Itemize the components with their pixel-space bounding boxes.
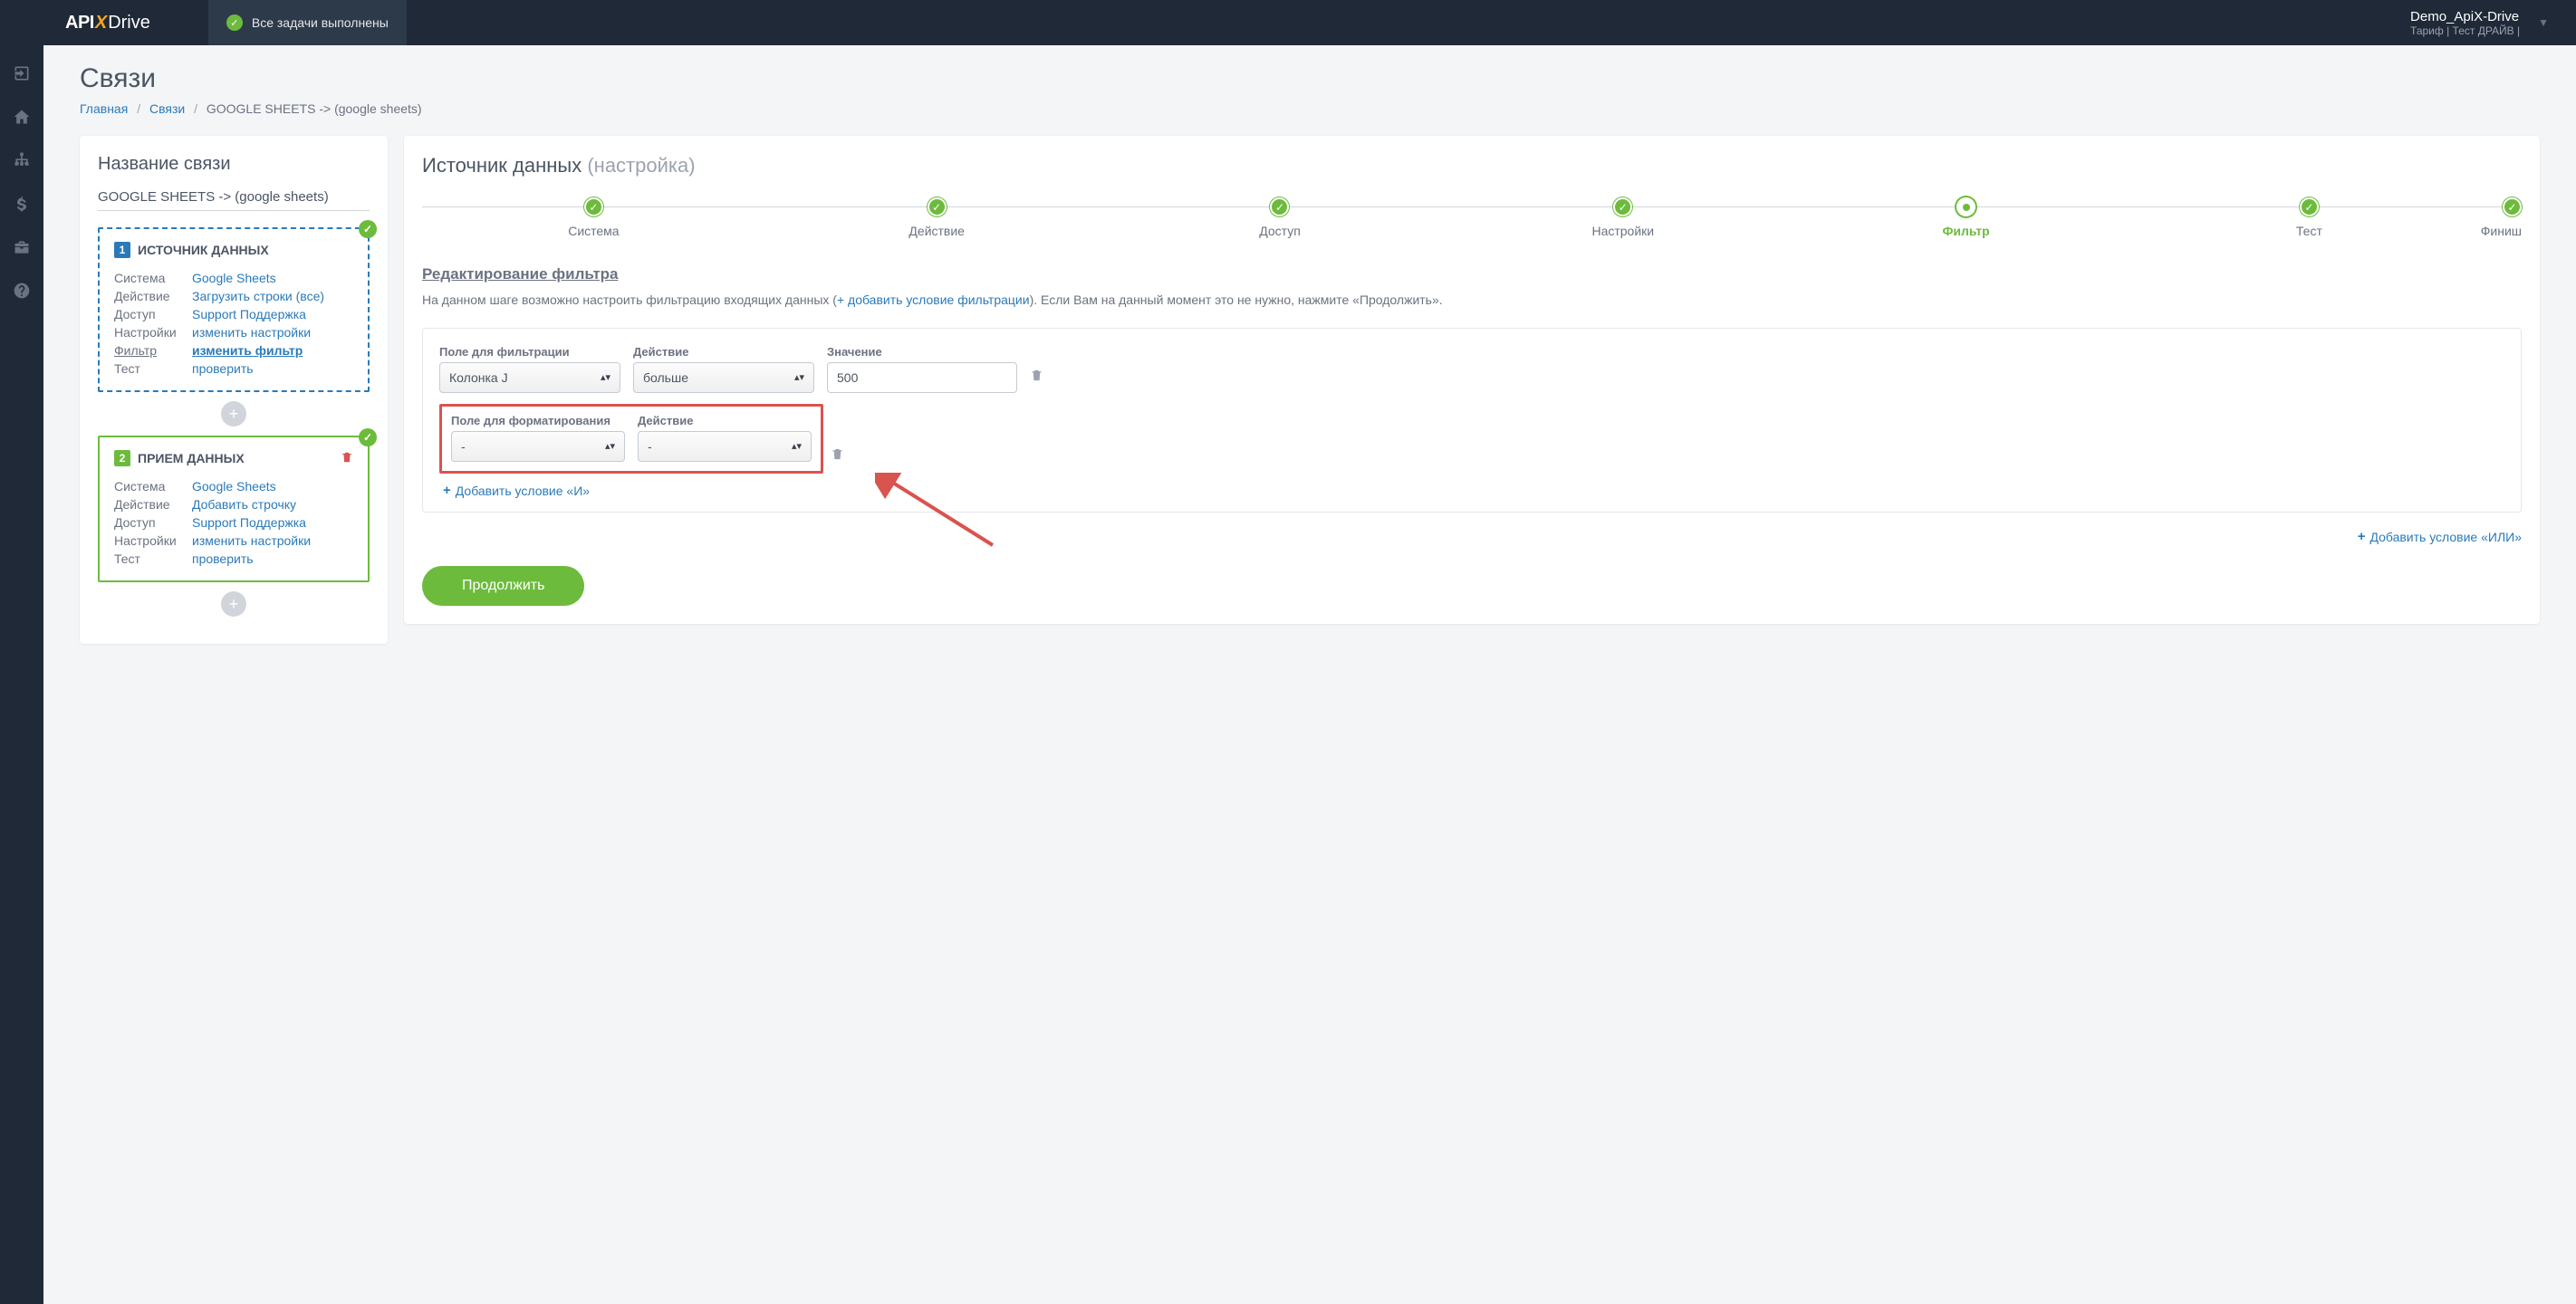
format-field-label: Поле для форматирования (451, 414, 625, 427)
label-access: Доступ (114, 513, 192, 532)
filter-action-select[interactable]: больше▴▾ (633, 362, 814, 393)
filter-value-input[interactable] (827, 362, 1017, 393)
source-title: ИСТОЧНИК ДАННЫХ (138, 243, 269, 257)
filter-field-label: Поле для фильтрации (439, 345, 620, 359)
step-filter[interactable]: Фильтр (1794, 197, 2138, 238)
logo-x-text: X (95, 13, 107, 34)
user-tariff: Тариф | Тест ДРАЙВ | (2410, 24, 2520, 37)
chevron-updown-icon: ▴▾ (792, 442, 802, 452)
breadcrumb-home[interactable]: Главная (80, 101, 128, 116)
nav-briefcase-icon[interactable] (0, 228, 43, 266)
format-action-label: Действие (638, 414, 812, 427)
logo-drive-text: Drive (108, 13, 150, 34)
step-access[interactable]: ✓Доступ (1109, 197, 1452, 238)
source-action[interactable]: Загрузить строки (все) (192, 287, 353, 305)
connection-panel: Название связи ✓ 1 ИСТОЧНИК ДАННЫХ Систе… (80, 136, 388, 644)
source-access[interactable]: Support Поддержка (192, 305, 353, 323)
receiver-title: ПРИЕМ ДАННЫХ (138, 451, 245, 465)
connection-heading: Название связи (98, 154, 370, 175)
filter-group: Поле для фильтрации Колонка J▴▾ Действие… (422, 328, 2522, 513)
breadcrumb: Главная / Связи / GOOGLE SHEETS -> (goog… (80, 101, 2540, 116)
label-action: Действие (114, 495, 192, 513)
source-status-badge: ✓ (359, 220, 377, 238)
nav-sitemap-icon[interactable] (0, 141, 43, 179)
label-access: Доступ (114, 305, 192, 323)
chevron-updown-icon: ▴▾ (601, 373, 610, 383)
user-menu[interactable]: Demo_ApiX-Drive Тариф | Тест ДРАЙВ | (2410, 9, 2520, 37)
receiver-test[interactable]: проверить (192, 550, 353, 568)
nav-login-icon[interactable] (0, 54, 43, 92)
receiver-settings[interactable]: изменить настройки (192, 532, 353, 550)
label-system: Система (114, 269, 192, 287)
source-number-badge: 1 (114, 242, 130, 258)
chevron-down-icon[interactable]: ▼ (2538, 16, 2549, 29)
receiver-action[interactable]: Добавить строчку (192, 495, 353, 513)
label-settings: Настройки (114, 532, 192, 550)
nav-home-icon[interactable] (0, 98, 43, 136)
receiver-status-badge: ✓ (359, 428, 377, 446)
add-filter-condition-link[interactable]: + добавить условие фильтрации (837, 292, 1030, 307)
label-filter: Фильтр (114, 341, 192, 360)
chevron-updown-icon: ▴▾ (794, 373, 804, 383)
chevron-updown-icon: ▴▾ (605, 442, 615, 452)
continue-button[interactable]: Продолжить (422, 566, 584, 606)
filter-field-select[interactable]: Колонка J▴▾ (439, 362, 620, 393)
delete-row-button[interactable] (1030, 369, 1043, 393)
source-filter[interactable]: изменить фильтр (192, 341, 353, 360)
add-step-button[interactable]: + (221, 591, 246, 617)
top-header: APIXDrive ✓ Все задачи выполнены Demo_Ap… (0, 0, 2576, 45)
label-test: Тест (114, 550, 192, 568)
section-description: На данном шаге возможно настроить фильтр… (422, 291, 2522, 310)
label-settings: Настройки (114, 323, 192, 341)
filter-value-label: Значение (827, 345, 1017, 359)
section-title: Редактирование фильтра (422, 265, 2522, 283)
source-test[interactable]: проверить (192, 360, 353, 378)
nav-dollar-icon[interactable] (0, 185, 43, 223)
format-field-select[interactable]: -▴▾ (451, 431, 625, 462)
check-icon: ✓ (226, 14, 243, 31)
step-action[interactable]: ✓Действие (765, 197, 1109, 238)
label-test: Тест (114, 360, 192, 378)
format-action-select[interactable]: -▴▾ (638, 431, 812, 462)
page-title: Связи (80, 63, 2540, 94)
step-settings[interactable]: ✓Настройки (1451, 197, 1794, 238)
stepper: ✓Система ✓Действие ✓Доступ ✓Настройки Фи… (422, 197, 2522, 238)
nav-help-icon[interactable] (0, 272, 43, 310)
connection-name-input[interactable] (98, 184, 370, 211)
receiver-card: ✓ 2 ПРИЕМ ДАННЫХ СистемаGoogle Sheets Де… (98, 436, 370, 582)
add-step-button[interactable]: + (221, 401, 246, 427)
source-card: ✓ 1 ИСТОЧНИК ДАННЫХ СистемаGoogle Sheets… (98, 227, 370, 392)
receiver-system[interactable]: Google Sheets (192, 477, 353, 495)
tasks-status[interactable]: ✓ Все задачи выполнены (208, 0, 407, 45)
settings-heading: Источник данных (настройка) (422, 154, 2522, 177)
receiver-number-badge: 2 (114, 450, 130, 466)
format-row-highlighted: Поле для форматирования -▴▾ Действие -▴▾ (439, 404, 823, 474)
logo-api-text: API (65, 13, 94, 34)
breadcrumb-current: GOOGLE SHEETS -> (google sheets) (207, 101, 422, 116)
label-system: Система (114, 477, 192, 495)
step-finish[interactable]: ✓Финиш (2481, 197, 2522, 238)
add-or-condition-link[interactable]: +Добавить условие «ИЛИ» (2358, 529, 2522, 544)
label-action: Действие (114, 287, 192, 305)
breadcrumb-links[interactable]: Связи (149, 101, 185, 116)
delete-row-button[interactable] (831, 447, 844, 479)
delete-receiver-button[interactable] (341, 451, 353, 466)
step-test[interactable]: ✓Тест (2138, 197, 2481, 238)
logo[interactable]: APIXDrive (43, 13, 172, 34)
user-name: Demo_ApiX-Drive (2410, 9, 2520, 24)
left-nav (0, 45, 43, 1304)
receiver-access[interactable]: Support Поддержка (192, 513, 353, 532)
source-settings[interactable]: изменить настройки (192, 323, 353, 341)
source-system[interactable]: Google Sheets (192, 269, 353, 287)
tasks-status-text: Все задачи выполнены (252, 15, 389, 30)
step-system[interactable]: ✓Система (422, 197, 765, 238)
add-and-condition-link[interactable]: +Добавить условие «И» (443, 483, 590, 498)
settings-panel: Источник данных (настройка) ✓Система ✓Де… (404, 136, 2540, 624)
main-content: Связи Главная / Связи / GOOGLE SHEETS ->… (43, 45, 2576, 680)
filter-action-label: Действие (633, 345, 814, 359)
